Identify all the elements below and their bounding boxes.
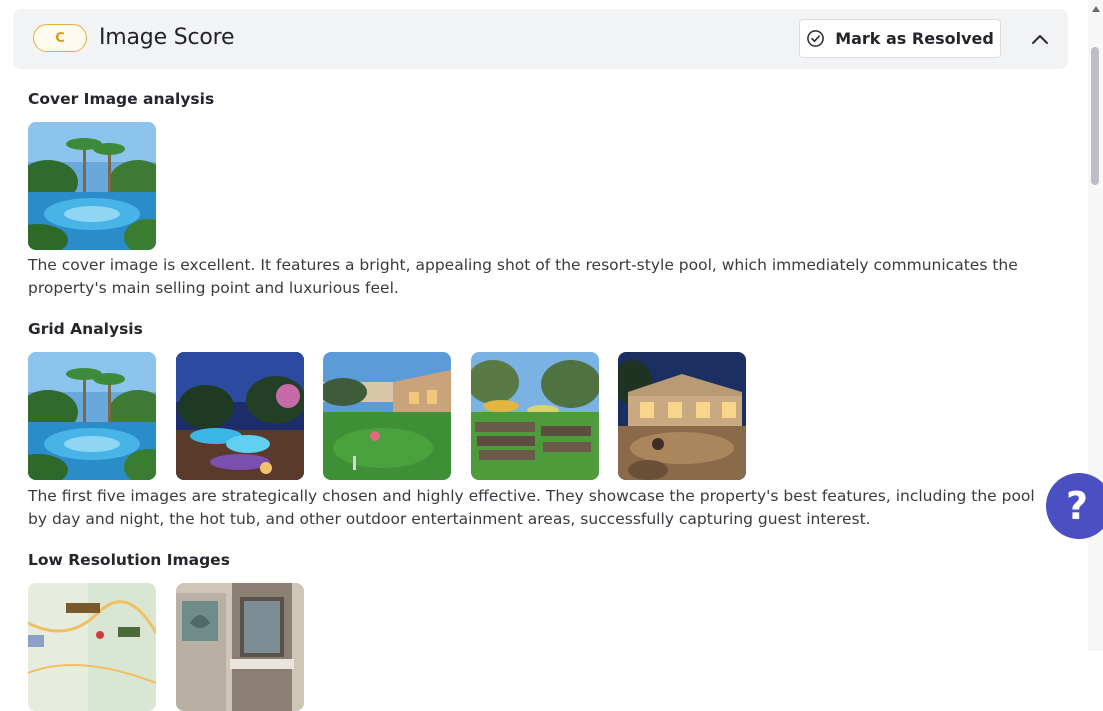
chevron-up-icon <box>1032 35 1048 44</box>
grid-analysis-text: The first five images are strategically … <box>28 487 1035 528</box>
mark-as-resolved-button[interactable]: Mark as Resolved <box>799 19 1001 58</box>
check-circle-icon <box>806 29 825 48</box>
triangle-up-icon <box>1091 6 1100 12</box>
grid-image-thumbnail[interactable] <box>471 352 599 480</box>
help-button[interactable]: ? <box>1046 473 1103 539</box>
low-resolution-image-thumbnail[interactable] <box>28 583 156 711</box>
image-score-header: C Image Score Mark as Resolved <box>13 9 1068 69</box>
cover-analysis-title: Cover Image analysis <box>28 90 215 108</box>
grid-image-thumbnail[interactable] <box>618 352 746 480</box>
scroll-thumb[interactable] <box>1091 47 1099 185</box>
collapse-button[interactable] <box>1026 25 1054 53</box>
mark-as-resolved-label: Mark as Resolved <box>835 29 994 48</box>
cover-analysis-text: The cover image is excellent. It feature… <box>28 256 1018 297</box>
grid-image-thumbnail[interactable] <box>28 352 156 480</box>
grid-image-thumbnail[interactable] <box>176 352 304 480</box>
low-resolution-title: Low Resolution Images <box>28 551 230 569</box>
cover-image-thumbnail[interactable] <box>28 122 156 250</box>
grid-analysis-title: Grid Analysis <box>28 320 143 338</box>
section-title: Image Score <box>99 25 235 50</box>
scroll-up-arrow[interactable] <box>1088 2 1103 16</box>
grid-image-thumbnail[interactable] <box>323 352 451 480</box>
grade-badge: C <box>33 24 87 52</box>
question-mark-icon: ? <box>1066 484 1089 528</box>
low-resolution-image-thumbnail[interactable] <box>176 583 304 711</box>
